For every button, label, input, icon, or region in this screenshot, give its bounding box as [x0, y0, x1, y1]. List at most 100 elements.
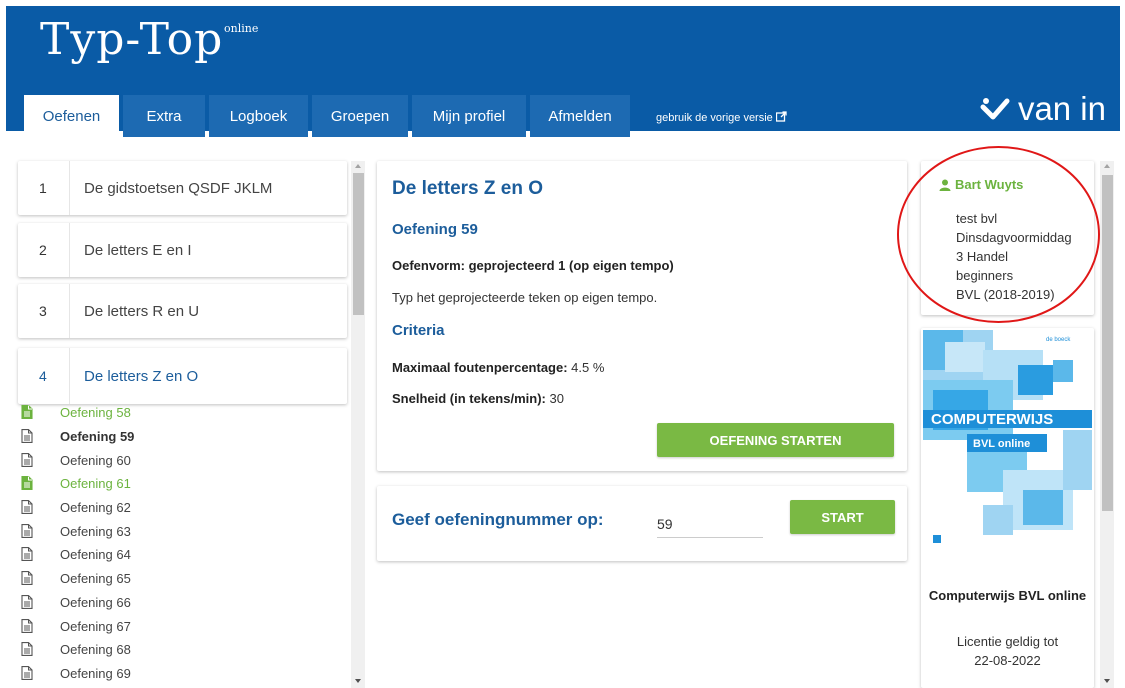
exercise-label: Oefening 64: [60, 547, 131, 563]
start-button[interactable]: START: [790, 500, 895, 534]
scrollbar-thumb[interactable]: [353, 173, 364, 315]
lesson-card-3[interactable]: 3 De letters R en U: [18, 284, 347, 338]
speed-label: Snelheid (in tekens/min):: [392, 391, 546, 406]
exercise-label: Oefening 68: [60, 642, 131, 658]
user-icon: [939, 179, 951, 191]
document-icon: [21, 405, 34, 420]
cover-publisher: de boeck: [1046, 337, 1071, 343]
exercise-label: Oefening 62: [60, 500, 131, 516]
lesson-title: De gidstoetsen QSDF JKLM: [84, 179, 273, 197]
exercise-form: Oefenvorm: geprojecteerd 1 (op eigen tem…: [392, 258, 674, 273]
exercise-item[interactable]: Oefening 68: [18, 638, 347, 662]
scroll-up-arrow-icon[interactable]: [355, 164, 361, 168]
exercise-item[interactable]: Oefening 63: [18, 519, 347, 543]
tab-afmelden[interactable]: Afmelden: [530, 95, 630, 137]
user-card: Bart Wuyts test bvl Dinsdagvoormiddag 3 …: [921, 161, 1094, 315]
old-version-link[interactable]: gebruik de vorige versie: [656, 111, 787, 125]
lesson-number: 3: [39, 303, 47, 319]
product-title[interactable]: Computerwijs BVL online: [921, 586, 1094, 605]
exercise-item[interactable]: Oefening 67: [18, 614, 347, 638]
page: Typ-Top online Oefenen Extra Logboek Gro…: [0, 0, 1125, 688]
document-icon: [21, 523, 34, 539]
exercise-label: Oefening 69: [60, 665, 131, 681]
license-date: 22-08-2022: [974, 653, 1041, 668]
lesson-number: 2: [39, 242, 47, 258]
lesson-heading: De letters Z en O: [392, 178, 543, 199]
exercise-item[interactable]: Oefening 61: [18, 472, 347, 496]
product-card[interactable]: COMPUTERWIJS BVL online de boeck Compute…: [921, 328, 1094, 688]
sidebar-scrollbar[interactable]: [351, 161, 365, 688]
user-line: test bvl: [956, 211, 998, 226]
exercise-number-input[interactable]: [657, 510, 763, 538]
scrollbar-thumb[interactable]: [1102, 175, 1113, 511]
user-line: beginners: [956, 268, 1014, 283]
lesson-card-1[interactable]: 1 De gidstoetsen QSDF JKLM: [18, 161, 347, 215]
document-icon: [21, 665, 34, 681]
scroll-down-arrow-icon[interactable]: [1104, 679, 1110, 683]
license-label: Licentie geldig tot: [956, 634, 1059, 649]
cover-title: COMPUTERWIJS: [931, 411, 1053, 428]
user-name: Bart Wuyts: [955, 177, 1024, 192]
exercise-item[interactable]: Oefening 59: [18, 425, 347, 449]
user-line: BVL (2018-2019): [956, 287, 1055, 302]
max-error-label: Maximaal foutenpercentage:: [392, 360, 568, 375]
page-scrollbar[interactable]: [1100, 161, 1114, 688]
exercise-label: Oefening 67: [60, 618, 131, 634]
exercise-description: Typ het geprojecteerde teken op eigen te…: [392, 290, 658, 305]
document-icon: [21, 594, 34, 610]
exercise-item[interactable]: Oefening 64: [18, 543, 347, 567]
lesson-card-4[interactable]: 4 De letters Z en O: [18, 348, 347, 404]
max-error-value: 4.5 %: [567, 360, 605, 375]
brand-name: van in: [1017, 90, 1106, 127]
lesson-sidebar: 1 De gidstoetsen QSDF JKLM 2 De letters …: [0, 131, 365, 688]
exercise-label: Oefening 66: [60, 594, 131, 610]
exercise-info-panel: De letters Z en O Oefening 59 Oefenvorm:…: [377, 161, 907, 471]
exercise-list: Oefening 58 Oefening 59 Oefening 60 Oefenin…: [18, 401, 347, 685]
user-line: 3 Handel: [956, 249, 1009, 264]
document-icon: [21, 429, 34, 444]
exercise-label: Oefening 58: [60, 405, 131, 421]
exercise-item[interactable]: Oefening 69: [18, 662, 347, 686]
van-in-check-icon: [980, 98, 1010, 120]
publisher-brand: van in: [980, 90, 1106, 128]
scroll-down-arrow-icon[interactable]: [355, 679, 361, 683]
exercise-item[interactable]: Oefening 66: [18, 591, 347, 615]
license-info: Licentie geldig tot 22-08-2022: [921, 632, 1094, 670]
product-cover-image: COMPUTERWIJS BVL online de boeck: [923, 330, 1092, 557]
goto-exercise-panel: Geef oefeningnummer op: START: [377, 486, 907, 561]
old-version-label: gebruik de vorige versie: [656, 112, 773, 124]
tab-mijn-profiel[interactable]: Mijn profiel: [412, 95, 526, 137]
exercise-item[interactable]: Oefening 60: [18, 448, 347, 472]
user-line: Dinsdagvoormiddag: [956, 230, 1072, 245]
header: Typ-Top online Oefenen Extra Logboek Gro…: [0, 0, 1125, 137]
exercise-label: Oefening 63: [60, 523, 131, 539]
document-icon: [21, 547, 34, 562]
start-exercise-button[interactable]: OEFENING STARTEN: [657, 423, 894, 457]
exercise-label: Oefening 60: [60, 452, 131, 468]
document-icon: [21, 452, 34, 468]
max-error-criterion: Maximaal foutenpercentage: 4.5 %: [392, 360, 604, 375]
document-icon: [21, 500, 34, 515]
lesson-number: 1: [39, 180, 47, 196]
exercise-item[interactable]: Oefening 65: [18, 567, 347, 591]
app-logo[interactable]: Typ-Top: [40, 14, 223, 65]
lesson-title: De letters R en U: [84, 302, 200, 320]
exercise-item[interactable]: Oefening 62: [18, 496, 347, 520]
lesson-card-2[interactable]: 2 De letters E en I: [18, 223, 347, 277]
speed-criterion: Snelheid (in tekens/min): 30: [392, 391, 564, 406]
lesson-title: De letters E en I: [84, 241, 192, 259]
exercise-label: Oefening 59: [60, 429, 135, 445]
document-icon: [21, 571, 34, 586]
exercise-item[interactable]: Oefening 58: [18, 401, 347, 425]
app-logo-suffix: online: [224, 22, 259, 35]
criteria-heading: Criteria: [392, 322, 445, 339]
header-band: Typ-Top online Oefenen Extra Logboek Gro…: [6, 6, 1120, 137]
user-name-link[interactable]: Bart Wuyts: [939, 177, 1023, 192]
product-cover[interactable]: COMPUTERWIJS BVL online de boeck: [923, 330, 1092, 557]
scroll-up-arrow-icon[interactable]: [1104, 164, 1110, 168]
document-icon: [21, 618, 34, 634]
exercise-label: Oefening 65: [60, 571, 131, 587]
document-icon: [21, 642, 34, 657]
goto-exercise-label: Geef oefeningnummer op:: [392, 510, 604, 529]
speed-value: 30: [545, 391, 564, 406]
